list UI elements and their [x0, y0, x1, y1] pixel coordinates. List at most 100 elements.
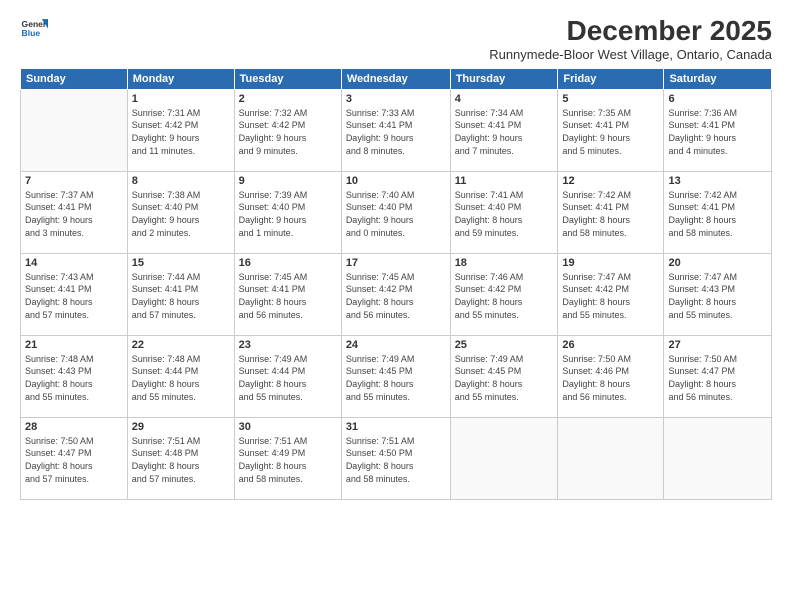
day-number: 19 [562, 257, 659, 269]
table-row: 11Sunrise: 7:41 AMSunset: 4:40 PMDayligh… [450, 171, 558, 253]
table-row: 26Sunrise: 7:50 AMSunset: 4:46 PMDayligh… [558, 335, 664, 417]
col-monday: Monday [127, 68, 234, 89]
day-number: 24 [346, 339, 446, 351]
day-number: 20 [668, 257, 767, 269]
day-info: Sunrise: 7:49 AMSunset: 4:45 PMDaylight:… [455, 353, 554, 403]
day-info: Sunrise: 7:50 AMSunset: 4:47 PMDaylight:… [25, 435, 123, 485]
table-row: 12 Sunrise: 7:42 AMSunset: 4:41 PMDayligh… [558, 171, 664, 253]
day-info: Sunrise: 7:32 AMSunset: 4:42 PMDaylight:… [239, 107, 337, 157]
day-number: 25 [455, 339, 554, 351]
day-number: 3 [346, 93, 446, 105]
table-row: 15Sunrise: 7:44 AMSunset: 4:41 PMDayligh… [127, 253, 234, 335]
day-number: 12 [562, 175, 659, 187]
day-number: 30 [239, 421, 337, 433]
day-info: Sunrise: 7:40 AMSunset: 4:40 PMDaylight:… [346, 189, 446, 239]
day-info: Sunrise: 7:45 AMSunset: 4:41 PMDaylight:… [239, 271, 337, 321]
col-sunday: Sunday [21, 68, 128, 89]
table-row: 6Sunrise: 7:36 AMSunset: 4:41 PMDaylight… [664, 89, 772, 171]
logo: General Blue [20, 16, 48, 44]
day-info: Sunrise: 7:47 AMSunset: 4:42 PMDaylight:… [562, 271, 659, 321]
day-info: Sunrise: 7:47 AMSunset: 4:43 PMDaylight:… [668, 271, 767, 321]
table-row: 31 Sunrise: 7:51 AMSunset: 4:50 PMDayligh… [341, 417, 450, 499]
day-number: 7 [25, 175, 123, 187]
day-number: 14 [25, 257, 123, 269]
day-info: Sunrise: 7:38 AMSunset: 4:40 PMDaylight:… [132, 189, 230, 239]
day-info: Sunrise: 7:36 AMSunset: 4:41 PMDaylight:… [668, 107, 767, 157]
day-number: 22 [132, 339, 230, 351]
calendar-table: Sunday Monday Tuesday Wednesday Thursday… [20, 68, 772, 500]
day-number: 15 [132, 257, 230, 269]
col-friday: Friday [558, 68, 664, 89]
day-info: Sunrise: 7:48 AMSunset: 4:43 PMDaylight:… [25, 353, 123, 403]
day-info: Sunrise: 7:42 AMSunset: 4:41 PMDaylight:… [562, 189, 659, 239]
day-info: Sunrise: 7:45 AMSunset: 4:42 PMDaylight:… [346, 271, 446, 321]
day-info: Sunrise: 7:37 AMSunset: 4:41 PMDaylight:… [25, 189, 123, 239]
day-info: Sunrise: 7:49 AMSunset: 4:45 PMDaylight:… [346, 353, 446, 403]
day-info: Sunrise: 7:51 AMSunset: 4:49 PMDaylight:… [239, 435, 337, 485]
col-wednesday: Wednesday [341, 68, 450, 89]
day-info: Sunrise: 7:34 AMSunset: 4:41 PMDaylight:… [455, 107, 554, 157]
table-row [450, 417, 558, 499]
table-row: 3 Sunrise: 7:33 AMSunset: 4:41 PMDaylight… [341, 89, 450, 171]
calendar-week-row: 7 Sunrise: 7:37 AMSunset: 4:41 PMDaylight… [21, 171, 772, 253]
day-number: 8 [132, 175, 230, 187]
day-number: 16 [239, 257, 337, 269]
table-row: 9Sunrise: 7:39 AMSunset: 4:40 PMDaylight… [234, 171, 341, 253]
table-row: 25 Sunrise: 7:49 AMSunset: 4:45 PMDayligh… [450, 335, 558, 417]
table-row: 21 Sunrise: 7:48 AMSunset: 4:43 PMDayligh… [21, 335, 128, 417]
col-thursday: Thursday [450, 68, 558, 89]
logo-icon: General Blue [20, 16, 48, 44]
col-saturday: Saturday [664, 68, 772, 89]
day-info: Sunrise: 7:50 AMSunset: 4:47 PMDaylight:… [668, 353, 767, 403]
day-number: 29 [132, 421, 230, 433]
calendar-week-row: 14Sunrise: 7:43 AMSunset: 4:41 PMDayligh… [21, 253, 772, 335]
col-tuesday: Tuesday [234, 68, 341, 89]
day-number: 5 [562, 93, 659, 105]
table-row: 22 Sunrise: 7:48 AMSunset: 4:44 PMDayligh… [127, 335, 234, 417]
svg-text:Blue: Blue [22, 28, 41, 38]
day-number: 2 [239, 93, 337, 105]
table-row: 17 Sunrise: 7:45 AMSunset: 4:42 PMDayligh… [341, 253, 450, 335]
table-row: 30 Sunrise: 7:51 AMSunset: 4:49 PMDayligh… [234, 417, 341, 499]
table-row: 8 Sunrise: 7:38 AMSunset: 4:40 PMDaylight… [127, 171, 234, 253]
day-number: 4 [455, 93, 554, 105]
day-number: 21 [25, 339, 123, 351]
table-row: 7 Sunrise: 7:37 AMSunset: 4:41 PMDaylight… [21, 171, 128, 253]
table-row: 4 Sunrise: 7:34 AMSunset: 4:41 PMDaylight… [450, 89, 558, 171]
table-row: 27Sunrise: 7:50 AMSunset: 4:47 PMDayligh… [664, 335, 772, 417]
day-number: 10 [346, 175, 446, 187]
day-info: Sunrise: 7:33 AMSunset: 4:41 PMDaylight:… [346, 107, 446, 157]
subtitle: Runnymede-Bloor West Village, Ontario, C… [489, 47, 772, 62]
title-section: December 2025 Runnymede-Bloor West Villa… [489, 16, 772, 62]
day-number: 18 [455, 257, 554, 269]
table-row: 18 Sunrise: 7:46 AMSunset: 4:42 PMDayligh… [450, 253, 558, 335]
day-info: Sunrise: 7:51 AMSunset: 4:48 PMDaylight:… [132, 435, 230, 485]
month-title: December 2025 [489, 16, 772, 47]
day-number: 17 [346, 257, 446, 269]
calendar-page: General Blue December 2025 Runnymede-Blo… [0, 0, 792, 612]
day-number: 28 [25, 421, 123, 433]
day-info: Sunrise: 7:31 AMSunset: 4:42 PMDaylight:… [132, 107, 230, 157]
table-row: 2 Sunrise: 7:32 AMSunset: 4:42 PMDaylight… [234, 89, 341, 171]
day-info: Sunrise: 7:42 AMSunset: 4:41 PMDaylight:… [668, 189, 767, 239]
table-row: 20 Sunrise: 7:47 AMSunset: 4:43 PMDayligh… [664, 253, 772, 335]
table-row: 10 Sunrise: 7:40 AMSunset: 4:40 PMDayligh… [341, 171, 450, 253]
table-row [558, 417, 664, 499]
day-info: Sunrise: 7:51 AMSunset: 4:50 PMDaylight:… [346, 435, 446, 485]
day-number: 13 [668, 175, 767, 187]
day-number: 31 [346, 421, 446, 433]
table-row: 16 Sunrise: 7:45 AMSunset: 4:41 PMDayligh… [234, 253, 341, 335]
table-row [21, 89, 128, 171]
day-info: Sunrise: 7:46 AMSunset: 4:42 PMDaylight:… [455, 271, 554, 321]
day-number: 11 [455, 175, 554, 187]
header: General Blue December 2025 Runnymede-Blo… [20, 16, 772, 62]
day-info: Sunrise: 7:48 AMSunset: 4:44 PMDaylight:… [132, 353, 230, 403]
calendar-week-row: 28 Sunrise: 7:50 AMSunset: 4:47 PMDayligh… [21, 417, 772, 499]
table-row: 29 Sunrise: 7:51 AMSunset: 4:48 PMDayligh… [127, 417, 234, 499]
table-row: 23Sunrise: 7:49 AMSunset: 4:44 PMDayligh… [234, 335, 341, 417]
day-number: 1 [132, 93, 230, 105]
table-row: 19 Sunrise: 7:47 AMSunset: 4:42 PMDayligh… [558, 253, 664, 335]
day-info: Sunrise: 7:50 AMSunset: 4:46 PMDaylight:… [562, 353, 659, 403]
calendar-header-row: Sunday Monday Tuesday Wednesday Thursday… [21, 68, 772, 89]
day-info: Sunrise: 7:35 AMSunset: 4:41 PMDaylight:… [562, 107, 659, 157]
